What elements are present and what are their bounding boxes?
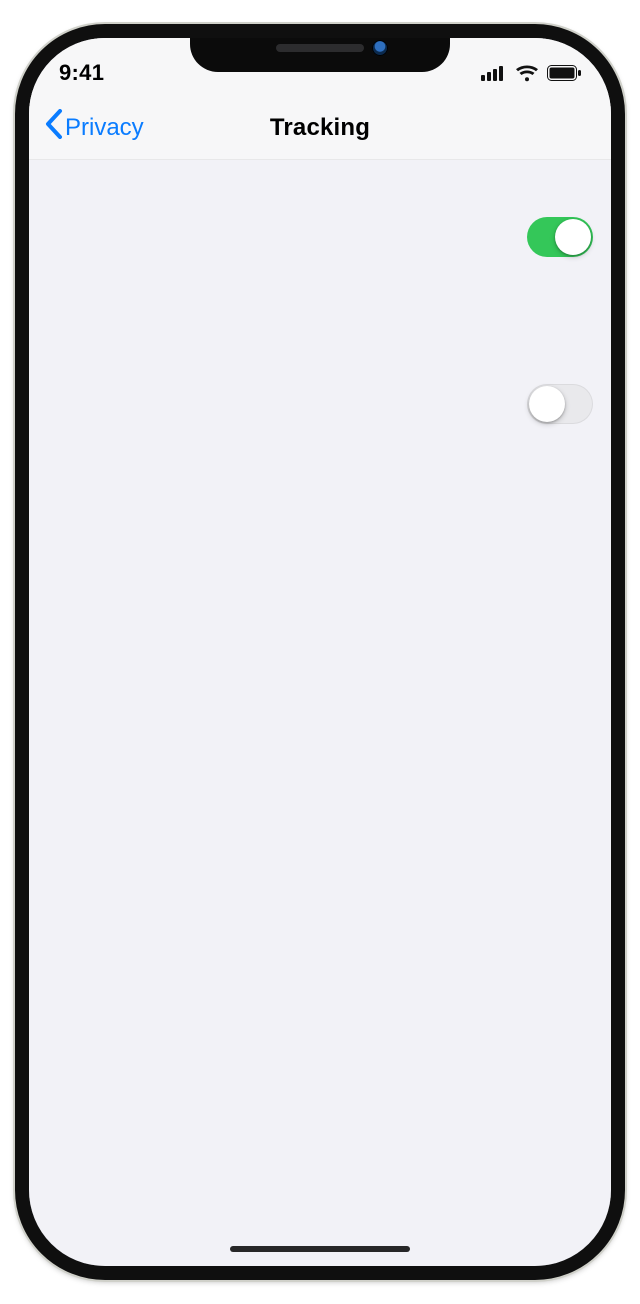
device-notch bbox=[190, 24, 450, 72]
screen-background bbox=[29, 38, 611, 1266]
home-indicator[interactable] bbox=[230, 1246, 410, 1252]
back-label: Privacy bbox=[65, 114, 144, 142]
toggle-knob bbox=[555, 219, 591, 255]
page-title: Tracking bbox=[270, 114, 370, 142]
app-toggle[interactable] bbox=[527, 384, 593, 424]
toggle-knob bbox=[529, 386, 565, 422]
allow-request-toggle[interactable] bbox=[527, 217, 593, 257]
wifi-icon bbox=[515, 64, 539, 82]
back-button[interactable]: Privacy bbox=[37, 96, 152, 159]
status-time: 9:41 bbox=[59, 60, 104, 86]
cellular-icon bbox=[481, 65, 507, 81]
front-camera bbox=[372, 40, 388, 56]
status-indicators bbox=[481, 64, 581, 82]
battery-icon bbox=[547, 65, 581, 81]
chevron-left-icon bbox=[45, 109, 63, 146]
earpiece bbox=[276, 44, 364, 52]
nav-bar: Privacy Tracking bbox=[29, 96, 611, 160]
iphone-frame: 9:41 bbox=[15, 24, 625, 1280]
